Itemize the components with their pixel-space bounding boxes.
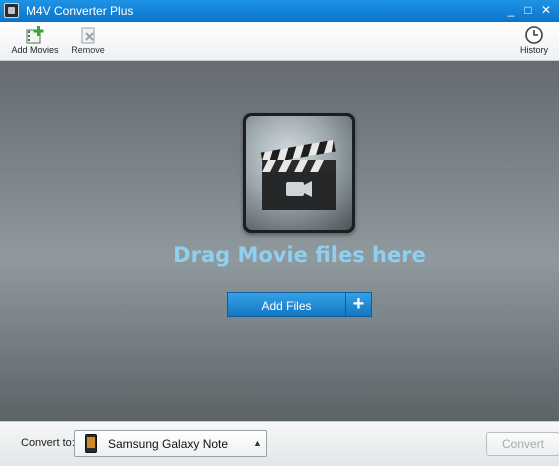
history-button[interactable]: History — [514, 25, 554, 55]
convert-button[interactable]: Convert — [486, 432, 559, 456]
film-remove-icon — [81, 27, 95, 44]
title-bar: M4V Converter Plus _ □ ✕ — [0, 0, 559, 22]
clock-icon — [525, 26, 543, 44]
convert-to-label: Convert to: — [21, 437, 75, 449]
toolbar: Add Movies Remove History — [0, 22, 559, 61]
close-button[interactable]: ✕ — [538, 2, 554, 18]
dropdown-arrow-icon[interactable]: ▲ — [253, 438, 262, 448]
add-files-button[interactable]: Add Files + — [227, 292, 372, 317]
clapperboard-icon — [260, 139, 336, 210]
drop-prompt: Drag Movie files here — [173, 243, 426, 267]
maximize-button[interactable]: □ — [520, 2, 536, 18]
phone-icon — [85, 434, 97, 453]
device-select[interactable]: Samsung Galaxy Note ▲ — [74, 430, 267, 457]
film-plus-icon — [26, 26, 44, 44]
plus-icon[interactable]: + — [346, 293, 371, 316]
device-name: Samsung Galaxy Note — [108, 437, 229, 451]
remove-button[interactable]: Remove — [66, 25, 110, 55]
bottom-bar: Convert to: Samsung Galaxy Note ▲ Conver… — [0, 421, 559, 466]
remove-label: Remove — [71, 45, 105, 55]
history-label: History — [519, 45, 548, 55]
drop-area[interactable]: Drag Movie files here Add Files + — [0, 61, 559, 421]
window-title: M4V Converter Plus — [26, 4, 134, 18]
minimize-button[interactable]: _ — [503, 2, 519, 18]
clapperboard-tile — [243, 113, 355, 233]
add-movies-button[interactable]: Add Movies — [10, 25, 60, 55]
app-icon — [4, 3, 19, 18]
add-movies-label: Add Movies — [11, 45, 59, 55]
add-files-label: Add Files — [261, 299, 312, 313]
